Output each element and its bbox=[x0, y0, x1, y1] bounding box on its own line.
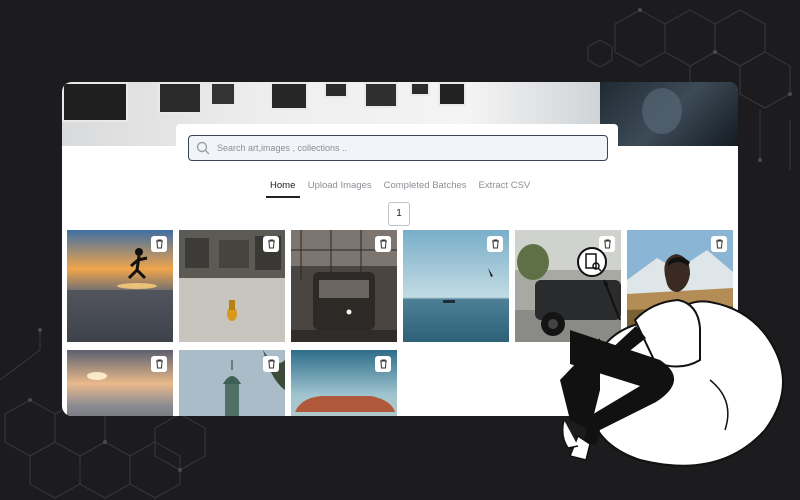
gallery-image-card[interactable] bbox=[179, 350, 285, 416]
delete-button[interactable] bbox=[487, 236, 503, 252]
search-bar[interactable] bbox=[188, 135, 608, 161]
delete-button[interactable] bbox=[263, 356, 279, 372]
trash-icon bbox=[715, 239, 723, 249]
trash-icon bbox=[491, 239, 499, 249]
search-icon bbox=[196, 141, 210, 155]
pagination-page-button[interactable]: 1 bbox=[388, 202, 410, 226]
gallery-image-card[interactable] bbox=[291, 230, 397, 342]
delete-button[interactable] bbox=[263, 236, 279, 252]
gallery-image-card[interactable] bbox=[291, 350, 397, 416]
trash-icon bbox=[379, 239, 387, 249]
delete-button[interactable] bbox=[375, 236, 391, 252]
gallery-image-card[interactable] bbox=[627, 230, 733, 342]
trash-icon bbox=[155, 359, 163, 369]
app-window: Home Upload Images Completed Batches Ext… bbox=[62, 82, 738, 416]
gallery-image-card[interactable] bbox=[179, 230, 285, 342]
gallery-image-card[interactable] bbox=[67, 350, 173, 416]
tab-home[interactable]: Home bbox=[265, 180, 300, 198]
nav-tabs: Home Upload Images Completed Batches Ext… bbox=[62, 180, 738, 198]
delete-button[interactable] bbox=[151, 236, 167, 252]
delete-button[interactable] bbox=[599, 236, 615, 252]
tab-upload-images[interactable]: Upload Images bbox=[304, 180, 376, 196]
trash-icon bbox=[267, 239, 275, 249]
gallery-image-card[interactable] bbox=[403, 230, 509, 342]
delete-button[interactable] bbox=[711, 236, 727, 252]
tab-extract-csv[interactable]: Extract CSV bbox=[475, 180, 535, 196]
trash-icon bbox=[155, 239, 163, 249]
delete-button[interactable] bbox=[151, 356, 167, 372]
tab-completed-batches[interactable]: Completed Batches bbox=[380, 180, 471, 196]
trash-icon bbox=[603, 239, 611, 249]
gallery-image-card[interactable] bbox=[515, 230, 621, 342]
delete-button[interactable] bbox=[375, 356, 391, 372]
gallery-image-card[interactable] bbox=[67, 230, 173, 342]
search-input[interactable] bbox=[215, 142, 599, 154]
trash-icon bbox=[379, 359, 387, 369]
trash-icon bbox=[267, 359, 275, 369]
